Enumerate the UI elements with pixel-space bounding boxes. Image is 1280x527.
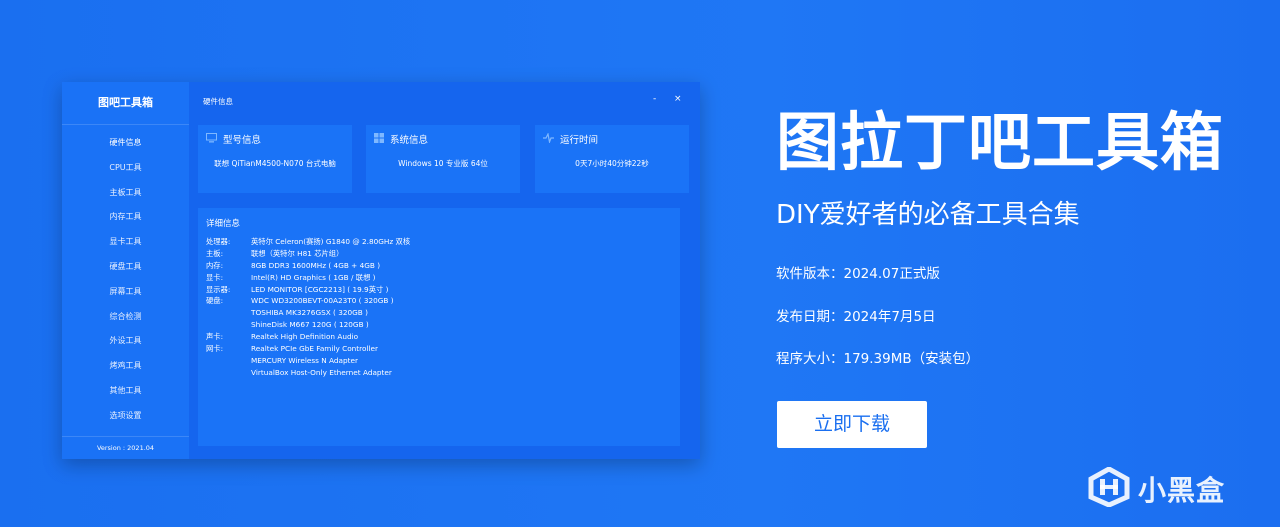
card-system-info: 系统信息 Windows 10 专业版 64位 xyxy=(366,125,520,193)
row-value: TOSHIBA MK3276GSX ( 320GB ) xyxy=(251,308,368,318)
activity-icon xyxy=(543,131,560,146)
detail-row: ShineDisk M667 120G ( 120GB ) xyxy=(206,319,410,331)
sidebar-item-gpu-tools[interactable]: 显卡工具 xyxy=(62,230,189,255)
promo-subtitle: DIY爱好者的必备工具合集 xyxy=(776,200,1080,230)
card-value: Windows 10 专业版 64位 xyxy=(398,159,488,168)
sidebar: 图吧工具箱 硬件信息 CPU工具 主板工具 内存工具 显卡工具 硬盘工具 屏幕工… xyxy=(62,82,189,459)
row-value: LED MONITOR [CGC2213] ( 19.9英寸 ) xyxy=(251,284,389,294)
window-title: 硬件信息 xyxy=(203,97,233,106)
app-window: 图吧工具箱 硬件信息 CPU工具 主板工具 内存工具 显卡工具 硬盘工具 屏幕工… xyxy=(62,82,700,459)
row-value: Realtek High Definition Audio xyxy=(251,332,359,342)
detail-rows: 处理器: 英特尔 Celeron(赛扬) G1840 @ 2.80GHz 双核 主… xyxy=(206,236,410,379)
row-value: Intel(R) HD Graphics ( 1GB / 联想 ) xyxy=(251,272,376,282)
detail-row: TOSHIBA MK3276GSX ( 320GB ) xyxy=(206,307,410,319)
software-version: 软件版本：2024.07正式版 xyxy=(776,266,940,282)
watermark-text: 小黑盒 xyxy=(1138,474,1226,507)
close-button[interactable]: × xyxy=(674,94,682,104)
sidebar-item-other-tools[interactable]: 其他工具 xyxy=(62,379,189,404)
app-title: 图吧工具箱 xyxy=(62,82,189,125)
xiaoheihe-logo-icon xyxy=(1088,466,1130,511)
minimize-button[interactable]: - xyxy=(653,94,656,104)
card-value: 0天7小时40分钟22秒 xyxy=(575,159,649,168)
promo-title: 图拉丁吧工具箱 xyxy=(776,106,1224,179)
windows-icon xyxy=(374,132,390,146)
detail-row: VirtualBox Host-Only Ethernet Adapter xyxy=(206,367,410,379)
detail-row: 声卡: Realtek High Definition Audio xyxy=(206,331,410,343)
detail-row: 主板: 联想（英特尔 H81 芯片组） xyxy=(206,248,410,260)
card-model-info: 型号信息 联想 QiTianM4500-N070 台式电脑 xyxy=(198,125,352,193)
monitor-icon xyxy=(206,132,223,146)
sidebar-item-peripheral-tools[interactable]: 外设工具 xyxy=(62,329,189,354)
card-uptime: 运行时间 0天7小时40分钟22秒 xyxy=(535,125,689,193)
row-value: 联想（英特尔 H81 芯片组） xyxy=(251,248,344,258)
row-value: Realtek PCIe GbE Family Controller xyxy=(251,344,378,354)
detail-row: 网卡: Realtek PCIe GbE Family Controller xyxy=(206,343,410,355)
row-value: WDC WD3200BEVT-00A23T0 ( 320GB ) xyxy=(251,296,394,306)
sidebar-item-cpu-tools[interactable]: CPU工具 xyxy=(62,156,189,181)
row-key: 显卡: xyxy=(206,272,224,282)
detail-row: MERCURY Wireless N Adapter xyxy=(206,355,410,367)
row-key: 主板: xyxy=(206,248,224,258)
sidebar-item-disk-tools[interactable]: 硬盘工具 xyxy=(62,255,189,280)
detail-title: 详细信息 xyxy=(206,219,241,229)
row-value: MERCURY Wireless N Adapter xyxy=(251,355,359,365)
program-size: 程序大小：179.39MB（安装包） xyxy=(776,351,980,367)
main-panel: 硬件信息 - × 型号信息 联想 QiTianM4500-N070 台式电脑 系… xyxy=(189,82,700,459)
title-bar: 硬件信息 - × xyxy=(189,82,700,124)
detail-row: 显示器: LED MONITOR [CGC2213] ( 19.9英寸 ) xyxy=(206,284,410,296)
detail-row: 内存: 8GB DDR3 1600MHz ( 4GB + 4GB ) xyxy=(206,260,410,272)
row-key: 网卡: xyxy=(206,344,224,354)
row-value: 英特尔 Celeron(赛扬) G1840 @ 2.80GHz 双核 xyxy=(251,237,411,246)
sidebar-item-motherboard-tools[interactable]: 主板工具 xyxy=(62,181,189,206)
row-key: 声卡: xyxy=(206,332,224,342)
row-value: VirtualBox Host-Only Ethernet Adapter xyxy=(251,367,392,377)
card-value: 联想 QiTianM4500-N070 台式电脑 xyxy=(214,159,336,168)
card-title: 系统信息 xyxy=(390,135,429,146)
sidebar-item-benchmark[interactable]: 综合检测 xyxy=(62,305,189,330)
download-button[interactable]: 立即下载 xyxy=(777,401,927,448)
row-key: 显示器: xyxy=(206,284,231,294)
row-key: 处理器: xyxy=(206,237,231,246)
release-date: 发布日期：2024年7月5日 xyxy=(776,309,936,325)
sidebar-item-settings[interactable]: 选项设置 xyxy=(62,404,189,429)
sidebar-item-screen-tools[interactable]: 屏幕工具 xyxy=(62,280,189,305)
detail-row: 显卡: Intel(R) HD Graphics ( 1GB / 联想 ) xyxy=(206,272,410,284)
watermark: 小黑盒 xyxy=(1088,466,1226,511)
sidebar-nav: 硬件信息 CPU工具 主板工具 内存工具 显卡工具 硬盘工具 屏幕工具 综合检测… xyxy=(62,131,189,429)
version-label: Version : 2021.04 xyxy=(62,436,189,459)
sidebar-item-stress-tools[interactable]: 烤鸡工具 xyxy=(62,354,189,379)
sidebar-item-memory-tools[interactable]: 内存工具 xyxy=(62,205,189,230)
detail-row: 硬盘: WDC WD3200BEVT-00A23T0 ( 320GB ) xyxy=(206,295,410,307)
row-key: 硬盘: xyxy=(206,296,224,306)
row-key: 内存: xyxy=(206,260,224,270)
card-title: 运行时间 xyxy=(560,135,599,146)
detail-row: 处理器: 英特尔 Celeron(赛扬) G1840 @ 2.80GHz 双核 xyxy=(206,236,410,248)
row-value: ShineDisk M667 120G ( 120GB ) xyxy=(251,320,369,330)
detail-panel: 详细信息 处理器: 英特尔 Celeron(赛扬) G1840 @ 2.80GHz… xyxy=(198,208,680,446)
sidebar-item-hardware-info[interactable]: 硬件信息 xyxy=(62,131,189,156)
card-title: 型号信息 xyxy=(223,135,262,146)
row-value: 8GB DDR3 1600MHz ( 4GB + 4GB ) xyxy=(251,260,381,270)
